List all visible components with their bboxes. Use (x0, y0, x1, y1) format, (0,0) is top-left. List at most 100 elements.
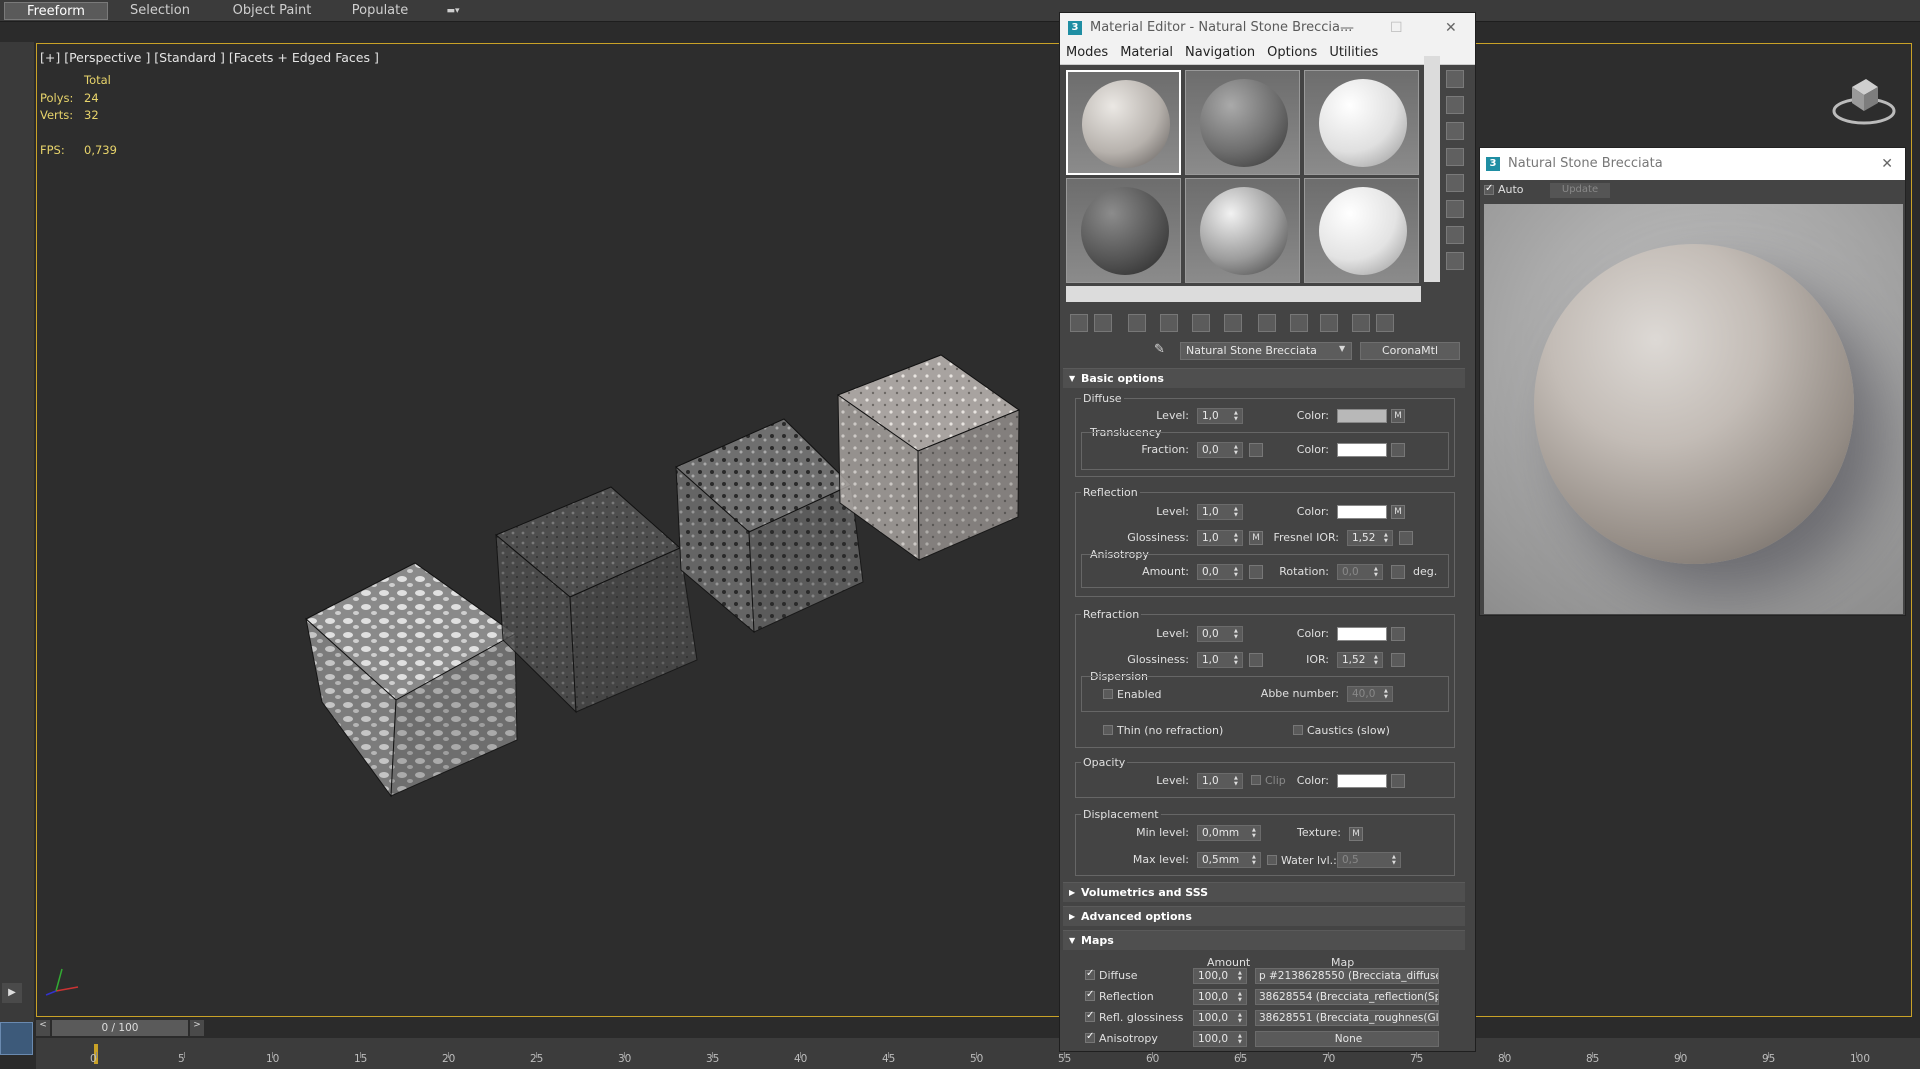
reflection-color-swatch[interactable] (1337, 505, 1387, 519)
video-color-icon[interactable] (1446, 174, 1464, 192)
min-level-spinner[interactable]: 0,0mm (1197, 825, 1261, 841)
rollout-maps[interactable]: ▼ Maps (1063, 930, 1465, 950)
map-reflection-checkbox[interactable] (1085, 989, 1095, 1001)
refraction-glossiness-spinner[interactable]: 1,0 (1197, 652, 1243, 668)
map-anisotropy-checkbox[interactable] (1085, 1031, 1095, 1043)
refraction-color-swatch[interactable] (1337, 627, 1387, 641)
refraction-map-button[interactable] (1391, 627, 1405, 641)
material-name-field[interactable]: Natural Stone Brecciata (1180, 342, 1352, 360)
make-preview-icon[interactable] (1446, 200, 1464, 218)
auto-update-checkbox[interactable] (1484, 183, 1494, 195)
show-shaded-icon[interactable] (1290, 314, 1308, 332)
ior-map-button[interactable] (1391, 653, 1405, 667)
abbe-number-spinner[interactable]: 40,0 (1347, 686, 1393, 702)
refraction-level-spinner[interactable]: 0,0 (1197, 626, 1243, 642)
material-editor-titlebar[interactable]: 3 Material Editor - Natural Stone Brecci… (1060, 13, 1475, 43)
rollout-basic-options[interactable]: ▼ Basic options (1063, 368, 1465, 388)
chevron-down-icon[interactable]: ▼ (1339, 344, 1345, 353)
assign-to-selection-icon[interactable] (1128, 314, 1146, 332)
rollout-advanced-options[interactable]: ▶ Advanced options (1063, 906, 1465, 926)
water-level-checkbox[interactable] (1267, 855, 1277, 865)
sample-slot[interactable] (1185, 70, 1300, 175)
menu-modes[interactable]: Modes (1060, 43, 1114, 62)
ribbon-options-icon[interactable]: ▬▾ (438, 2, 468, 20)
tab-populate[interactable]: Populate (340, 2, 420, 20)
opacity-level-spinner[interactable]: 1,0 (1197, 773, 1243, 789)
map-glossiness-slot[interactable]: 38628551 (Brecciata_roughnes(Gloss (1255, 1010, 1439, 1026)
map-reflection-amount[interactable]: 100,0 (1193, 989, 1247, 1005)
translucency-color-map-button[interactable] (1391, 443, 1405, 457)
diffuse-map-button[interactable]: M (1391, 409, 1405, 423)
map-diffuse-amount[interactable]: 100,0 (1193, 968, 1247, 984)
get-material-icon[interactable] (1070, 314, 1088, 332)
preview-titlebar[interactable]: 3 Natural Stone Brecciata ✕ (1480, 148, 1905, 180)
map-glossiness-amount[interactable]: 100,0 (1193, 1010, 1247, 1026)
backlight-icon[interactable] (1446, 96, 1464, 114)
tab-selection[interactable]: Selection (118, 2, 202, 20)
map-diffuse-slot[interactable]: p #2138628550 (Brecciata_diffuse.jp (1255, 968, 1439, 984)
sample-slot[interactable] (1185, 178, 1300, 283)
clip-checkbox[interactable] (1251, 775, 1261, 785)
rollout-volumetrics[interactable]: ▶ Volumetrics and SSS (1063, 882, 1465, 902)
tab-freeform[interactable]: Freeform (4, 2, 108, 20)
diffuse-level-spinner[interactable]: 1,0 (1197, 408, 1243, 424)
reflection-map-button[interactable]: M (1391, 505, 1405, 519)
rotation-map-button[interactable] (1391, 565, 1405, 579)
refraction-glossiness-map-button[interactable] (1249, 653, 1263, 667)
reset-map-icon[interactable] (1160, 314, 1178, 332)
rotation-spinner[interactable]: 0,0 (1337, 564, 1383, 580)
menu-options[interactable]: Options (1261, 43, 1323, 62)
close-icon[interactable]: ✕ (1881, 148, 1893, 180)
opacity-map-button[interactable] (1391, 774, 1405, 788)
menu-utilities[interactable]: Utilities (1323, 43, 1384, 62)
fresnel-ior-spinner[interactable]: 1,52 (1347, 530, 1393, 546)
update-button[interactable]: Update (1550, 183, 1610, 198)
translucency-map-button[interactable] (1249, 443, 1263, 457)
select-by-material-icon[interactable] (1446, 252, 1464, 270)
put-to-scene-icon[interactable] (1094, 314, 1112, 332)
diffuse-color-swatch[interactable] (1337, 409, 1387, 423)
map-anisotropy-amount[interactable]: 100,0 (1193, 1031, 1247, 1047)
anisotropy-amount-spinner[interactable]: 0,0 (1197, 564, 1243, 580)
mini-listener[interactable] (0, 1022, 33, 1055)
translucency-fraction-spinner[interactable]: 0,0 (1197, 442, 1243, 458)
thin-checkbox[interactable] (1103, 725, 1113, 735)
show-end-result-icon[interactable] (1320, 314, 1338, 332)
ior-spinner[interactable]: 1,52 (1337, 652, 1383, 668)
fresnel-ior-map-button[interactable] (1399, 531, 1413, 545)
reflection-glossiness-spinner[interactable]: 1,0 (1197, 530, 1243, 546)
eyedropper-icon[interactable]: ✎ (1154, 342, 1165, 357)
time-slider[interactable]: 0 / 100 (52, 1020, 188, 1036)
opacity-color-swatch[interactable] (1337, 774, 1387, 788)
sample-type-icon[interactable] (1446, 70, 1464, 88)
map-reflection-slot[interactable]: 38628554 (Brecciata_reflection(Spec (1255, 989, 1439, 1005)
background-icon[interactable] (1446, 122, 1464, 140)
timeline-track[interactable]: 0 5 10 15 20 25 30 35 40 45 50 55 60 65 70 75 80 85 90 95 10… (36, 1038, 1920, 1069)
play-icon[interactable]: ▶ (2, 983, 22, 1003)
viewcube-icon[interactable] (1832, 73, 1896, 130)
sample-slot[interactable] (1066, 70, 1181, 175)
put-to-library-icon[interactable] (1224, 314, 1242, 332)
uv-tiling-icon[interactable] (1446, 148, 1464, 166)
tab-object-paint[interactable]: Object Paint (222, 2, 322, 20)
water-level-spinner[interactable]: 0,5 (1337, 852, 1401, 868)
map-glossiness-checkbox[interactable] (1085, 1010, 1095, 1022)
slots-vertical-scrollbar[interactable] (1424, 56, 1440, 282)
make-unique-icon[interactable] (1192, 314, 1210, 332)
map-diffuse-checkbox[interactable] (1085, 968, 1095, 980)
sample-slot[interactable] (1066, 178, 1181, 283)
slots-horizontal-scrollbar[interactable] (1066, 286, 1421, 302)
close-icon[interactable]: ✕ (1445, 13, 1457, 43)
translucency-color-swatch[interactable] (1337, 443, 1387, 457)
material-type-button[interactable]: CoronaMtl (1360, 342, 1460, 360)
viewport-label[interactable]: [+] [Perspective ] [Standard ] [Facets +… (40, 50, 379, 65)
time-next-button[interactable]: > (190, 1020, 204, 1036)
go-sibling-icon[interactable] (1376, 314, 1394, 332)
dispersion-enabled-checkbox[interactable] (1103, 689, 1113, 699)
options-icon[interactable] (1446, 226, 1464, 244)
max-level-spinner[interactable]: 0,5mm (1197, 852, 1261, 868)
time-prev-button[interactable]: < (36, 1020, 50, 1036)
map-anisotropy-slot[interactable]: None (1255, 1031, 1439, 1047)
caustics-checkbox[interactable] (1293, 725, 1303, 735)
material-id-icon[interactable] (1258, 314, 1276, 332)
